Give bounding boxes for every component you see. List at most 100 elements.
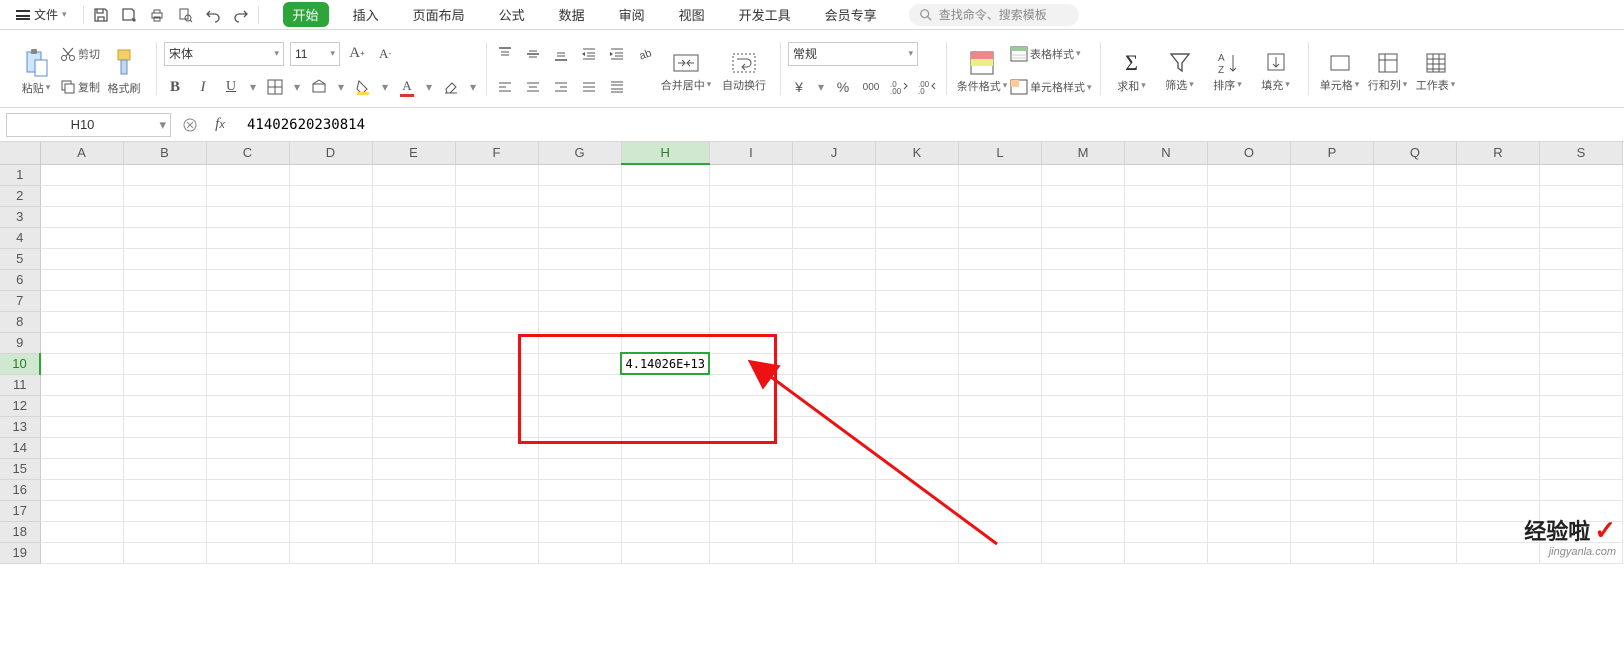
font-name-select[interactable]: 宋体▾ xyxy=(164,42,284,66)
cell-R3[interactable] xyxy=(1456,206,1539,227)
cell-Q10[interactable] xyxy=(1373,353,1456,374)
cell-E5[interactable] xyxy=(372,248,455,269)
cell-I18[interactable] xyxy=(709,521,792,542)
cell-P4[interactable] xyxy=(1290,227,1373,248)
select-all-corner[interactable] xyxy=(0,142,40,164)
increase-font-icon[interactable]: A+ xyxy=(346,43,368,65)
cell-style-button[interactable]: 单元格样式▾ xyxy=(1010,73,1092,101)
borders-icon[interactable] xyxy=(264,76,286,98)
cell-B3[interactable] xyxy=(123,206,206,227)
cell-I9[interactable] xyxy=(709,332,792,353)
cell-P19[interactable] xyxy=(1290,542,1373,563)
cell-C3[interactable] xyxy=(206,206,289,227)
cell-R10[interactable] xyxy=(1456,353,1539,374)
cell-A15[interactable] xyxy=(40,458,123,479)
cell-J18[interactable] xyxy=(792,521,875,542)
cell-L4[interactable] xyxy=(958,227,1041,248)
cell-K3[interactable] xyxy=(875,206,958,227)
cell-D14[interactable] xyxy=(289,437,372,458)
cell-K16[interactable] xyxy=(875,479,958,500)
fx-icon[interactable]: fx xyxy=(209,114,231,136)
sum-button[interactable]: Σ求和▾ xyxy=(1108,36,1156,105)
cell-G14[interactable] xyxy=(538,437,621,458)
cell-M11[interactable] xyxy=(1041,374,1124,395)
cell-I10[interactable] xyxy=(709,353,792,374)
cell-Q2[interactable] xyxy=(1373,185,1456,206)
cell-B8[interactable] xyxy=(123,311,206,332)
cell-B1[interactable] xyxy=(123,164,206,185)
cell-Q17[interactable] xyxy=(1373,500,1456,521)
cell-O17[interactable] xyxy=(1207,500,1290,521)
cell-D15[interactable] xyxy=(289,458,372,479)
cell-I19[interactable] xyxy=(709,542,792,563)
cell-R2[interactable] xyxy=(1456,185,1539,206)
cell-R6[interactable] xyxy=(1456,269,1539,290)
cell-L7[interactable] xyxy=(958,290,1041,311)
font-size-select[interactable]: 11▾ xyxy=(290,42,340,66)
cell-E1[interactable] xyxy=(372,164,455,185)
cell-B11[interactable] xyxy=(123,374,206,395)
cell-S3[interactable] xyxy=(1539,206,1622,227)
cell-K5[interactable] xyxy=(875,248,958,269)
cell-C1[interactable] xyxy=(206,164,289,185)
cell-D9[interactable] xyxy=(289,332,372,353)
file-menu-button[interactable]: 文件 ▾ xyxy=(8,4,75,25)
cell-F19[interactable] xyxy=(455,542,538,563)
cell-C14[interactable] xyxy=(206,437,289,458)
cell-M7[interactable] xyxy=(1041,290,1124,311)
col-header-L[interactable]: L xyxy=(958,142,1041,164)
cell-M12[interactable] xyxy=(1041,395,1124,416)
cell-S11[interactable] xyxy=(1539,374,1622,395)
cell-H7[interactable] xyxy=(621,290,709,311)
cell-S7[interactable] xyxy=(1539,290,1622,311)
cell-H2[interactable] xyxy=(621,185,709,206)
increase-decimal-icon[interactable]: .0.00 xyxy=(888,76,910,98)
col-header-A[interactable]: A xyxy=(40,142,123,164)
cell-S6[interactable] xyxy=(1539,269,1622,290)
cell-A19[interactable] xyxy=(40,542,123,563)
cell-K4[interactable] xyxy=(875,227,958,248)
cell-I17[interactable] xyxy=(709,500,792,521)
cell-A6[interactable] xyxy=(40,269,123,290)
cell-Q16[interactable] xyxy=(1373,479,1456,500)
cell-N3[interactable] xyxy=(1124,206,1207,227)
cell-C17[interactable] xyxy=(206,500,289,521)
cell-R1[interactable] xyxy=(1456,164,1539,185)
paste-button[interactable]: 粘贴▾ xyxy=(12,36,60,105)
cell-N1[interactable] xyxy=(1124,164,1207,185)
percent-icon[interactable]: % xyxy=(832,76,854,98)
cell-L5[interactable] xyxy=(958,248,1041,269)
cell-D19[interactable] xyxy=(289,542,372,563)
cell-I3[interactable] xyxy=(709,206,792,227)
cell-L16[interactable] xyxy=(958,479,1041,500)
cell-I12[interactable] xyxy=(709,395,792,416)
cell-M2[interactable] xyxy=(1041,185,1124,206)
cell-Q6[interactable] xyxy=(1373,269,1456,290)
cell-S8[interactable] xyxy=(1539,311,1622,332)
cell-P14[interactable] xyxy=(1290,437,1373,458)
cell-N11[interactable] xyxy=(1124,374,1207,395)
cell-G1[interactable] xyxy=(538,164,621,185)
cell-I5[interactable] xyxy=(709,248,792,269)
cell-J17[interactable] xyxy=(792,500,875,521)
cell-A12[interactable] xyxy=(40,395,123,416)
cell-N13[interactable] xyxy=(1124,416,1207,437)
cell-Q3[interactable] xyxy=(1373,206,1456,227)
cell-B4[interactable] xyxy=(123,227,206,248)
cell-F10[interactable] xyxy=(455,353,538,374)
cell-G13[interactable] xyxy=(538,416,621,437)
tab-会员专享[interactable]: 会员专享 xyxy=(815,2,887,27)
cell-C13[interactable] xyxy=(206,416,289,437)
cell-K6[interactable] xyxy=(875,269,958,290)
cell-B13[interactable] xyxy=(123,416,206,437)
cell-R15[interactable] xyxy=(1456,458,1539,479)
cell-G4[interactable] xyxy=(538,227,621,248)
cell-L15[interactable] xyxy=(958,458,1041,479)
cell-Q12[interactable] xyxy=(1373,395,1456,416)
cell-N18[interactable] xyxy=(1124,521,1207,542)
cell-M14[interactable] xyxy=(1041,437,1124,458)
row-header-8[interactable]: 8 xyxy=(0,311,40,332)
col-header-P[interactable]: P xyxy=(1290,142,1373,164)
cell-O5[interactable] xyxy=(1207,248,1290,269)
cell-C5[interactable] xyxy=(206,248,289,269)
